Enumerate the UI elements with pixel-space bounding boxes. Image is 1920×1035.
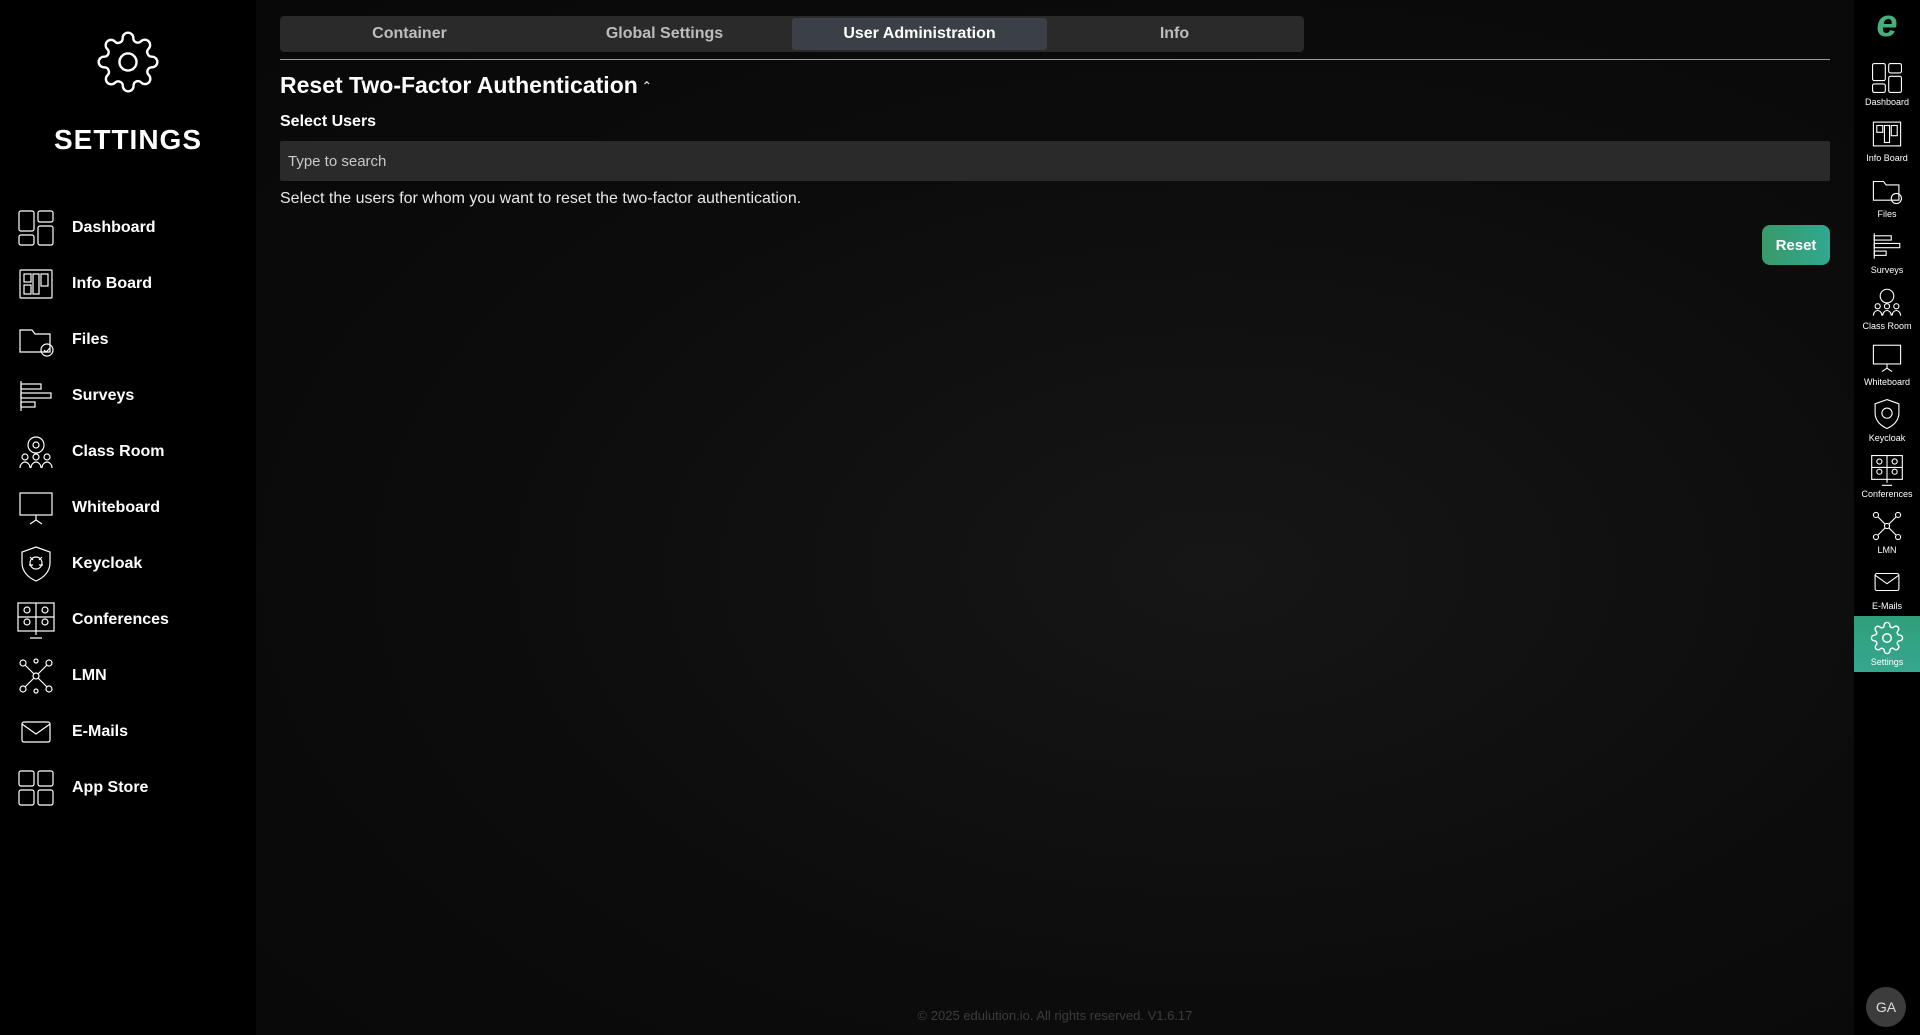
divider [280,59,1830,60]
rail-item-label: Settings [1870,657,1904,667]
sidebar-item-whiteboard[interactable]: Whiteboard [0,480,256,536]
rail-item-label: Files [1877,209,1897,219]
rail-item-label: E-Mails [1871,601,1902,611]
sidebar-title: SETTINGS [53,124,202,155]
rail-item-dashboard[interactable]: Dashboard [1854,56,1920,112]
emails-icon [1874,572,1900,592]
sidebar-item-label: App Store [72,779,149,796]
whiteboard-icon [14,486,58,530]
sidebar-item-label: Whiteboard [72,499,160,516]
sidebar-item-lmn[interactable]: LMN [0,648,256,704]
rail-item-info-board[interactable]: Info Board [1854,112,1920,168]
svg-text:e: e [1876,6,1897,42]
section-title: Reset Two-Factor Authentication [280,72,638,98]
rail-item-label: Class Room [1862,321,1912,331]
app-store-icon [14,766,58,810]
dashboard-icon [14,206,58,250]
rail-item-keycloak[interactable]: Keycloak [1854,392,1920,448]
emails-icon [14,710,58,754]
brand-logo[interactable]: e [1854,3,1920,47]
chevron-up-icon[interactable]: ⌃ [642,79,652,93]
class-room-icon [14,430,58,474]
avatar[interactable]: GA [1866,987,1906,1027]
surveys-icon [1873,233,1901,259]
sidebar-item-class-room[interactable]: Class Room [0,424,256,480]
sidebar-item-info-board[interactable]: Info Board [0,256,256,312]
keycloak-icon [14,542,58,586]
rail-item-label: Keycloak [1868,433,1906,443]
rail-item-files[interactable]: Files [1854,168,1920,224]
info-board-icon [14,262,58,306]
conferences-icon [14,598,58,642]
rail-item-label: Whiteboard [1863,377,1911,387]
sidebar-item-label: LMN [72,667,107,684]
footer-copyright: © 2025 edulution.io. All rights reserved… [917,1008,1193,1023]
rail-item-settings[interactable]: Settings [1854,616,1920,672]
left-sidebar: SETTINGS Dashboard Info Board Files Surv… [0,0,256,1035]
rail-item-emails[interactable]: E-Mails [1854,560,1920,616]
tab-bar: Container Global Settings User Administr… [280,16,1304,52]
rail-item-label: LMN [1877,545,1897,555]
gear-icon [97,31,159,93]
rail-item-conferences[interactable]: Conferences [1854,448,1920,504]
sidebar-item-emails[interactable]: E-Mails [0,704,256,760]
keycloak-icon [1874,398,1900,430]
tab-container[interactable]: Container [282,18,537,50]
sidebar-item-dashboard[interactable]: Dashboard [0,200,256,256]
sidebar-item-label: E-Mails [72,723,129,740]
rail-item-label: Conferences [1861,489,1913,499]
sidebar-item-label: Files [72,331,109,348]
section-header[interactable]: Reset Two-Factor Authentication ⌃ [280,72,652,99]
sidebar-item-app-store[interactable]: App Store [0,760,256,816]
tab-user-administration[interactable]: User Administration [792,18,1047,50]
sidebar-item-label: Class Room [72,443,165,460]
files-icon [1872,180,1903,205]
sidebar-item-label: Info Board [72,275,152,292]
sidebar-item-label: Dashboard [72,219,156,236]
sidebar-item-conferences[interactable]: Conferences [0,592,256,648]
class-room-icon [1872,288,1902,316]
sidebar-item-surveys[interactable]: Surveys [0,368,256,424]
sidebar-item-files[interactable]: Files [0,312,256,368]
sidebar-item-keycloak[interactable]: Keycloak [0,536,256,592]
rail-item-whiteboard[interactable]: Whiteboard [1854,336,1920,392]
rail-item-label: Surveys [1870,265,1904,275]
whiteboard-icon [1872,344,1902,373]
lmn-icon [14,654,58,698]
tab-global-settings[interactable]: Global Settings [537,18,792,50]
tab-info[interactable]: Info [1047,18,1302,50]
select-users-label: Select Users [280,113,377,130]
rail-item-surveys[interactable]: Surveys [1854,224,1920,280]
sidebar-item-label: Conferences [72,611,169,628]
rail-item-label: Dashboard [1864,97,1910,107]
rail-item-lmn[interactable]: LMN [1854,504,1920,560]
conferences-icon [1871,454,1903,486]
sidebar-item-label: Surveys [72,387,135,404]
sidebar-item-label: Keycloak [72,555,143,572]
files-icon [14,318,58,362]
reset-button[interactable]: Reset [1762,225,1830,265]
main-content: Container Global Settings User Administr… [256,0,1854,1035]
dashboard-icon [1871,62,1903,94]
gear-icon [1870,621,1904,655]
settings-header: SETTINGS [0,30,256,156]
user-search-input[interactable] [280,141,1830,181]
edulution-logo-icon: e [1876,3,1897,45]
rail-item-class-room[interactable]: Class Room [1854,280,1920,336]
sidebar-nav: Dashboard Info Board Files Surveys Class… [0,200,256,816]
right-rail: e Dashboard Info Board Files Surveys Cla… [1854,0,1920,1035]
surveys-icon [14,374,58,418]
info-board-icon [1872,121,1902,147]
help-text: Select the users for whom you want to re… [280,190,802,207]
rail-item-label: Info Board [1866,153,1908,163]
lmn-icon [1872,511,1902,541]
rail-nav: Dashboard Info Board Files Surveys Class… [1854,56,1920,672]
